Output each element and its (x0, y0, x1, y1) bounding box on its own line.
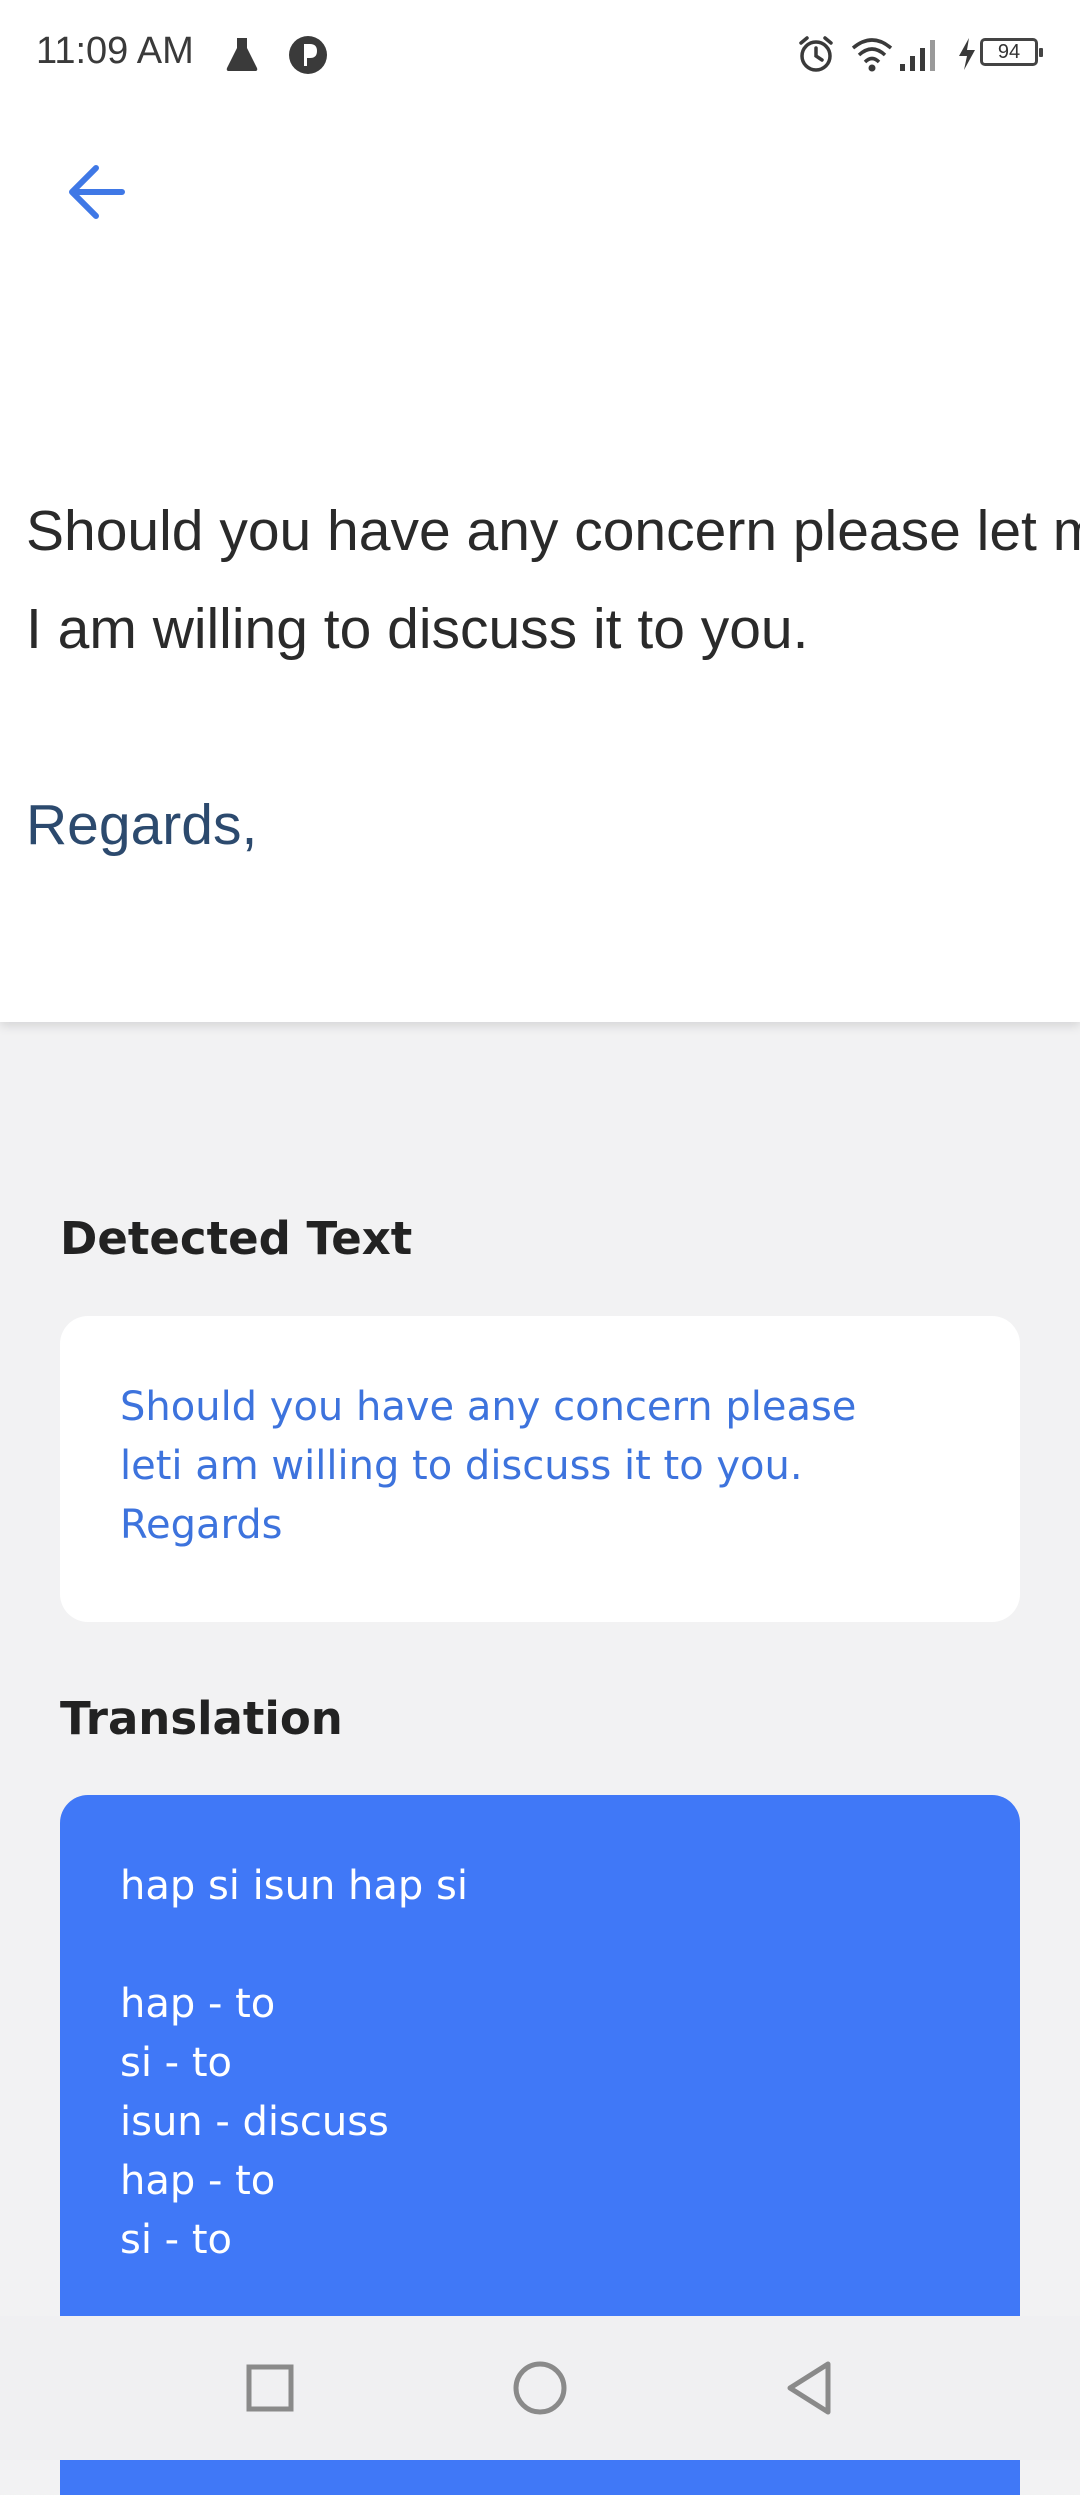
detected-text-heading: Detected Text (60, 1212, 413, 1265)
app-p-icon (289, 36, 327, 74)
wifi-icon (851, 38, 893, 72)
translation-content[interactable]: hap si isun hap si hap - to si - to isun… (120, 1857, 960, 2270)
detected-text-card[interactable]: Should you have any concern please leti … (60, 1316, 1020, 1622)
battery-icon: 94 (980, 38, 1043, 66)
status-bar: 11:09 AM 94 (0, 0, 1080, 110)
arrow-left-icon (69, 165, 125, 219)
back-button[interactable] (58, 152, 138, 232)
home-circle-icon (513, 2361, 567, 2415)
alarm-icon (799, 36, 833, 72)
status-time: 11:09 AM (36, 30, 194, 72)
image-preview-panel: Should you have any concern please let m… (0, 0, 1080, 1022)
signal-icon (900, 40, 935, 71)
recents-button[interactable] (230, 2348, 310, 2428)
back-nav-button[interactable] (770, 2348, 850, 2428)
scanned-text-line-1: Should you have any concern please let m (26, 499, 1080, 563)
back-triangle-icon (787, 2361, 831, 2415)
flask-icon (226, 38, 258, 71)
detected-text-content[interactable]: Should you have any concern please leti … (120, 1378, 962, 1555)
recents-square-icon (246, 2364, 294, 2412)
navigation-bar (0, 2316, 1080, 2460)
scanned-text-line-2: I am willing to discuss it to you. (26, 597, 809, 661)
scanned-regards: Regards, (26, 793, 258, 857)
charging-icon (959, 38, 975, 70)
home-button[interactable] (500, 2348, 580, 2428)
translation-heading: Translation (60, 1692, 343, 1745)
